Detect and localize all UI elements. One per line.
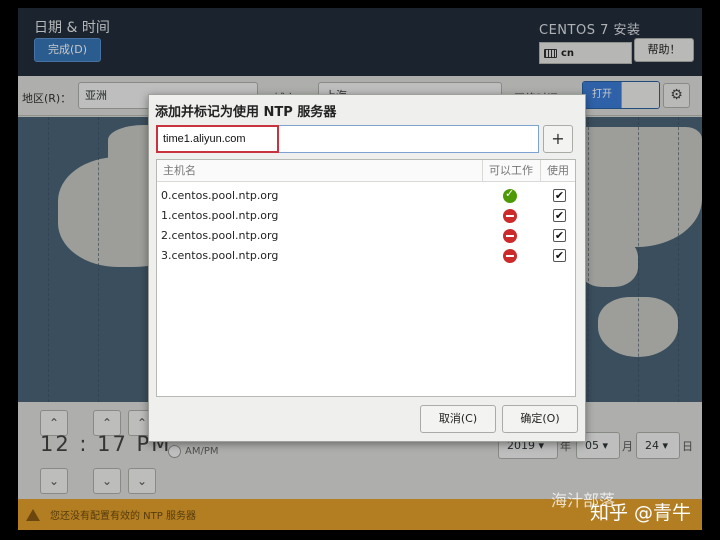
ntp-server-input[interactable] [156,125,539,153]
table-row[interactable]: 0.centos.pool.ntp.org ✔ [157,186,575,206]
ok-button[interactable]: 确定(O) [502,405,578,433]
server-host: 0.centos.pool.ntp.org [161,189,279,202]
use-checkbox[interactable]: ✔ [553,209,566,222]
column-header-use[interactable]: 使用 [541,160,575,182]
server-host: 1.centos.pool.ntp.org [161,209,279,222]
status-error-icon [503,229,517,243]
table-row[interactable]: 1.centos.pool.ntp.org ✔ [157,206,575,226]
add-server-button[interactable]: + [543,125,573,153]
use-checkbox[interactable]: ✔ [553,189,566,202]
status-error-icon [503,209,517,223]
use-checkbox[interactable]: ✔ [553,229,566,242]
use-checkbox[interactable]: ✔ [553,249,566,262]
cancel-button[interactable]: 取消(C) [420,405,496,433]
table-row[interactable]: 3.centos.pool.ntp.org ✔ [157,246,575,266]
status-error-icon [503,249,517,263]
dialog-title: 添加并标记为使用 NTP 服务器 [155,105,337,120]
server-host: 3.centos.pool.ntp.org [161,249,279,262]
watermark-author: 知乎 @青牛 [590,502,692,524]
column-header-working[interactable]: 可以工作 [483,160,541,182]
column-header-host[interactable]: 主机名 [157,160,483,182]
ntp-server-table: 主机名 可以工作 使用 0.centos.pool.ntp.org ✔ 1.ce… [156,159,576,397]
ntp-server-dialog: 添加并标记为使用 NTP 服务器 + 主机名 可以工作 使用 0.centos.… [148,94,586,442]
status-ok-icon [503,187,517,203]
server-host: 2.centos.pool.ntp.org [161,229,279,242]
table-row[interactable]: 2.centos.pool.ntp.org ✔ [157,226,575,246]
